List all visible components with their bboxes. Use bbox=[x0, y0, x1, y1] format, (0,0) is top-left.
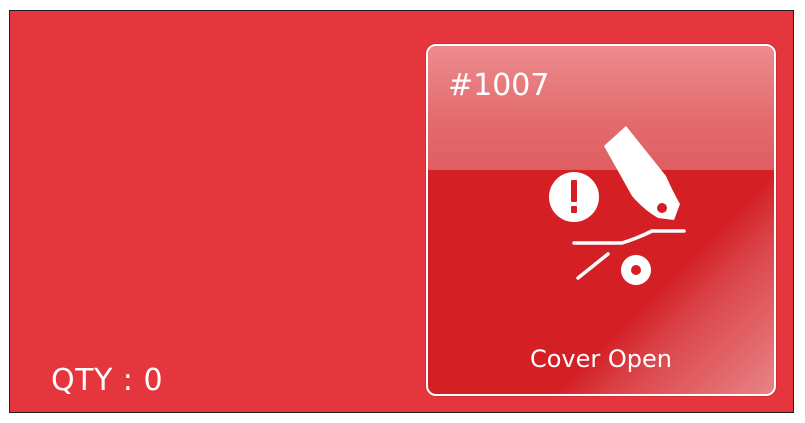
roller-icon bbox=[621, 255, 651, 285]
printer-card[interactable]: #1007 Cover Open bbox=[426, 44, 776, 396]
exclamation-icon bbox=[549, 172, 599, 222]
screen-frame: #1007 Cover Open QTY: 0 bbox=[0, 0, 805, 423]
cover-open-warning-icon bbox=[549, 126, 686, 285]
quantity-label: QTY : 0 bbox=[51, 363, 164, 398]
printer-status-label: Cover Open bbox=[529, 345, 672, 373]
paper-path-line bbox=[572, 229, 686, 245]
paper-feed-line bbox=[576, 252, 610, 280]
printer-cover-icon bbox=[604, 126, 680, 220]
printer-status-panel: #1007 Cover Open QTY: 0 bbox=[9, 10, 794, 413]
